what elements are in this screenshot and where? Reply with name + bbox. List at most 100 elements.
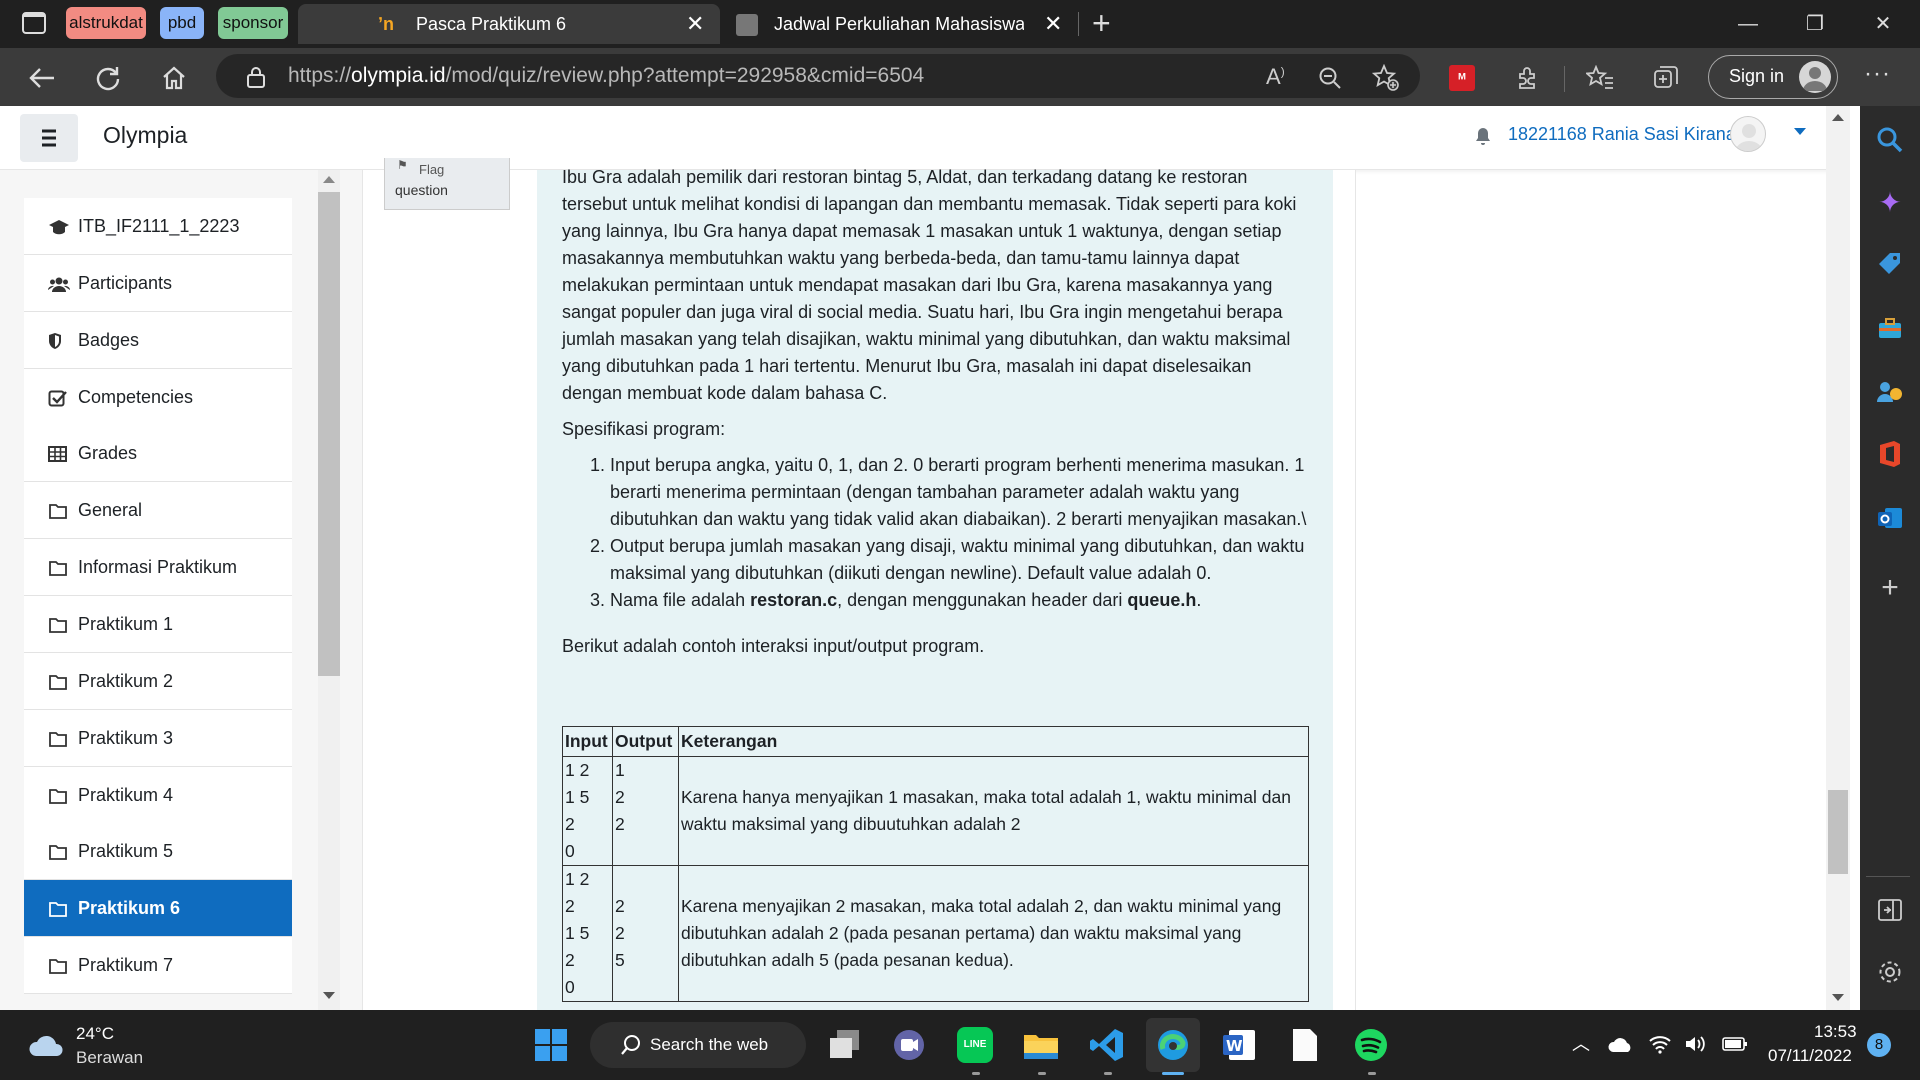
sidebar-item-praktikum-1[interactable]: Praktikum 1: [24, 595, 292, 653]
wifi-icon[interactable]: [1648, 1034, 1672, 1054]
spotify-icon[interactable]: [1344, 1018, 1398, 1072]
weather-widget[interactable]: 24°C Berawan: [24, 1024, 164, 1070]
output-cell: 2 2 5: [612, 865, 679, 1002]
games-icon[interactable]: [1868, 370, 1912, 414]
sidebar-item-praktikum-2[interactable]: Praktikum 2: [24, 652, 292, 710]
restore-icon[interactable]: ❐: [1792, 8, 1838, 40]
close-tab-icon[interactable]: ✕: [1044, 4, 1062, 44]
notification-badge[interactable]: 8: [1867, 1033, 1891, 1057]
vscode-icon[interactable]: [1080, 1018, 1134, 1072]
minimize-icon[interactable]: —: [1725, 8, 1771, 40]
input-cell: 1 2 2 1 5 2 0: [562, 865, 613, 1002]
sidebar-item-badges[interactable]: Badges: [24, 311, 292, 369]
windows-start-icon[interactable]: [524, 1018, 578, 1072]
volume-icon[interactable]: [1684, 1034, 1708, 1054]
flag-label: Flag: [419, 162, 445, 177]
sidebar-item-praktikum-7[interactable]: Praktikum 7: [24, 937, 292, 995]
sidebar-item-praktikum-3[interactable]: Praktikum 3: [24, 709, 292, 767]
tab-group-alstrukdat[interactable]: alstrukdat: [66, 7, 146, 39]
sign-in-button[interactable]: Sign in: [1708, 55, 1838, 99]
back-icon[interactable]: [24, 60, 60, 96]
scroll-down-arrow-icon[interactable]: [1832, 994, 1844, 1001]
scroll-up-arrow-icon[interactable]: [1832, 114, 1844, 121]
clock-date[interactable]: 07/11/2022: [1768, 1046, 1852, 1066]
input-cell: 1 2 1 5 2 0: [562, 756, 613, 866]
sidebar-item-itb-if2111-1-2223[interactable]: ITB_IF2111_1_2223: [24, 198, 292, 255]
drawer-toggle-button[interactable]: [20, 114, 78, 162]
word-icon[interactable]: W: [1212, 1018, 1266, 1072]
tray-overflow-icon[interactable]: ︿: [1572, 1030, 1590, 1056]
running-indicator: [1104, 1072, 1112, 1075]
sidebar-item-praktikum-5[interactable]: Praktikum 5: [24, 823, 292, 881]
sidebar-item-participants[interactable]: Participants: [24, 254, 292, 312]
settings-gear-icon[interactable]: [1868, 950, 1912, 994]
more-menu-icon[interactable]: ···: [1864, 60, 1891, 88]
onedrive-cloud-icon[interactable]: [1608, 1036, 1634, 1054]
file-explorer-icon[interactable]: [1014, 1018, 1068, 1072]
toolbar-divider: [1564, 66, 1565, 92]
favorite-add-icon[interactable]: [1368, 60, 1404, 96]
shopping-tag-icon[interactable]: [1868, 242, 1912, 286]
site-name[interactable]: Olympia: [103, 122, 187, 149]
tab-pasca-praktikum-6[interactable]: ʼn Pasca Praktikum 6 ✕: [298, 4, 720, 44]
page-scrollbar[interactable]: [1826, 106, 1850, 1010]
search-icon[interactable]: [1868, 118, 1912, 162]
scroll-down-arrow-icon[interactable]: [323, 992, 335, 999]
clock-time[interactable]: 13:53: [1814, 1022, 1857, 1042]
add-sidebar-app-icon[interactable]: +: [1868, 566, 1912, 610]
user-name[interactable]: 18221168 Rania Sasi Kirana: [1508, 124, 1736, 145]
page-scroll-thumb[interactable]: [1828, 790, 1848, 874]
taskbar-search[interactable]: Search the web: [590, 1022, 806, 1068]
flag-question-box[interactable]: ⚑ Flag question: [384, 158, 510, 210]
hide-sidebar-icon[interactable]: [1868, 888, 1912, 932]
sidebar-item-competencies[interactable]: Competencies: [24, 368, 292, 426]
sidebar-item-praktikum-4[interactable]: Praktikum 4: [24, 766, 292, 824]
close-window-icon[interactable]: ✕: [1860, 8, 1906, 40]
new-tab-icon[interactable]: +: [1092, 6, 1111, 40]
sidebar-scrollbar[interactable]: [318, 170, 340, 1010]
graduation-cap-icon: [48, 218, 70, 236]
column-header: Output: [612, 726, 679, 757]
sidebar-item-label: Competencies: [78, 386, 194, 407]
sidebar-item-general[interactable]: General: [24, 482, 292, 540]
tools-briefcase-icon[interactable]: [1868, 306, 1912, 350]
tab-group-pbd[interactable]: pbd: [160, 7, 204, 39]
office-icon[interactable]: [1868, 432, 1912, 476]
notepad-icon[interactable]: [1278, 1018, 1332, 1072]
sidebar-item-grades[interactable]: Grades: [24, 425, 292, 483]
close-tab-icon[interactable]: ✕: [686, 4, 704, 44]
tab-jadwal-perkuliahan[interactable]: Jadwal Perkuliahan Mahasiswa | S ✕: [726, 4, 1070, 44]
copilot-sparkle-icon[interactable]: ✦: [1868, 180, 1912, 224]
teams-chat-icon[interactable]: [882, 1018, 936, 1072]
sidebar-item-praktikum-6[interactable]: Praktikum 6: [24, 880, 292, 938]
outlook-icon[interactable]: [1868, 496, 1912, 540]
url-text[interactable]: https://olympia.id/mod/quiz/review.php?a…: [288, 63, 924, 89]
sidebar-item-label: Badges: [78, 329, 140, 350]
notification-bell-icon[interactable]: [1474, 126, 1492, 146]
tab-group-sponsor[interactable]: sponsor: [218, 7, 288, 39]
task-view-icon[interactable]: [818, 1018, 872, 1072]
user-avatar[interactable]: [1730, 116, 1766, 152]
collections-icon[interactable]: [1648, 60, 1684, 96]
sidebar-item-informasi-praktikum[interactable]: Informasi Praktikum: [24, 539, 292, 597]
home-icon[interactable]: [156, 60, 192, 96]
line-app-icon[interactable]: LINE: [948, 1018, 1002, 1072]
edge-browser-icon[interactable]: [1146, 1018, 1200, 1072]
sidebar-scroll-thumb[interactable]: [318, 192, 340, 676]
sign-in-label: Sign in: [1729, 66, 1785, 86]
extension-mendeley-icon[interactable]: ᴹ: [1444, 60, 1480, 96]
favorites-icon[interactable]: [1582, 60, 1618, 96]
refresh-icon[interactable]: [90, 60, 126, 96]
scroll-up-arrow-icon[interactable]: [323, 176, 335, 183]
user-menu-caret-icon[interactable]: [1794, 128, 1806, 135]
cell-line: 2: [615, 787, 625, 807]
cell-line: dibutuhkan adalh 5 (pada pesanan kedua).: [681, 950, 1014, 970]
battery-icon[interactable]: [1722, 1036, 1748, 1052]
zoom-icon[interactable]: [1312, 60, 1348, 96]
cell-line: Karena hanya menyajikan 1 masakan, maka …: [681, 787, 1291, 807]
extensions-icon[interactable]: [1510, 60, 1546, 96]
tab-actions-icon[interactable]: [22, 12, 46, 34]
lock-icon[interactable]: [246, 66, 266, 88]
read-aloud-icon[interactable]: A): [1266, 64, 1285, 90]
tab-divider: [1078, 12, 1079, 36]
